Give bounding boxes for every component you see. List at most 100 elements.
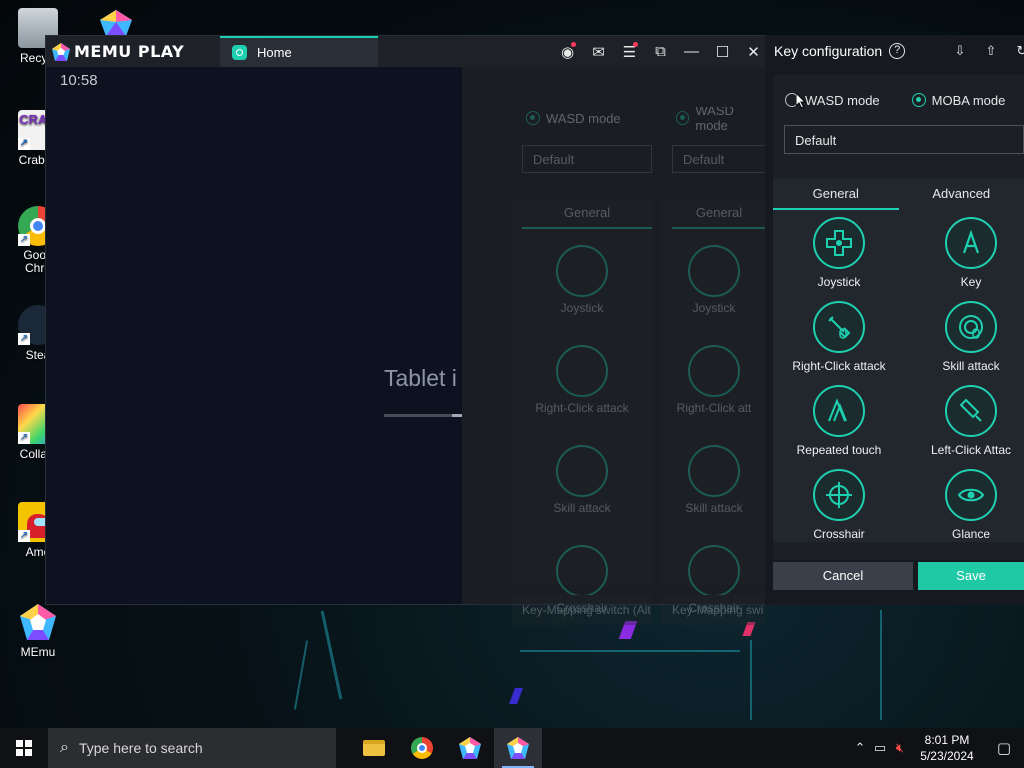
radio-circle — [526, 111, 540, 125]
ghost-item: Skill attack — [512, 445, 652, 529]
chrome-center — [30, 218, 46, 234]
key-config-card: General Advanced Joystick Key Right-Clic… — [773, 179, 1024, 542]
tab-general[interactable]: General — [773, 179, 899, 210]
shortcut-arrow-icon: ↗ — [18, 333, 30, 345]
windows-icon — [16, 740, 32, 756]
ghost-item-label: Skill attack — [685, 501, 743, 515]
key-configuration-panel: Key configuration ? ⇩ ⇧ ↻ WASD mode MOBA… — [765, 35, 1024, 605]
ghost-key-mapping-switch: Key-Mapping swi — [662, 595, 766, 625]
taskbar-file-explorer[interactable] — [350, 728, 398, 768]
loading-text: Tablet i — [384, 365, 457, 391]
ghost-mode-label: WASD mode — [546, 110, 621, 126]
ghost-scheme-select: Default — [672, 145, 766, 173]
key-item-label: Glance — [951, 527, 991, 541]
ghost-item-label: Joystick — [560, 301, 604, 315]
mail-icon: ✉ — [592, 43, 605, 61]
ghost-tab-general: General — [522, 199, 652, 229]
tab-home-label: Home — [257, 45, 292, 60]
taskbar-search[interactable]: ⌕ Type here to search — [48, 728, 336, 768]
system-tray: ⌃ ▭ 🔇︎ 8:01 PM 5/23/2024 ▢ — [850, 728, 1024, 768]
memu-title-controls: ◉ ✉ ☰ ⧉ — ☐ ✕ — [552, 36, 769, 67]
key-config-buttons: Cancel Save — [773, 562, 1024, 590]
key-item-left-click-attack[interactable]: Left-Click Attac — [905, 378, 1024, 462]
android-screen[interactable]: 10:58 Tablet i — [46, 67, 464, 604]
joystick-icon — [688, 245, 740, 297]
memu-icon — [18, 602, 58, 642]
key-item-key[interactable]: Key — [905, 210, 1024, 294]
ghost-item: Joystick — [512, 245, 652, 329]
ghost-card: General Joystick Right-Click attack Skil… — [512, 199, 652, 615]
close-icon: ✕ — [747, 43, 760, 61]
key-item-right-click-attack[interactable]: Right-Click attack — [773, 294, 905, 378]
volume-muted-icon[interactable]: 🔇︎ — [890, 740, 910, 756]
key-items-grid: Joystick Key Right-Click attack Skill at… — [773, 210, 1024, 542]
right-click-attack-icon — [556, 345, 608, 397]
memu-desktop-gem-icon[interactable] — [94, 8, 138, 36]
memu-logo: MEMU PLAY — [46, 36, 220, 67]
start-button[interactable] — [0, 728, 48, 768]
account-button[interactable]: ◉ — [552, 36, 583, 67]
shortcut-arrow-icon: ↗ — [18, 138, 30, 150]
key-config-tabs: General Advanced — [773, 179, 1024, 210]
ghost-item-label: Right-Click att — [676, 401, 752, 415]
ghost-item-label: Right-Click attack — [535, 401, 629, 415]
right-click-attack-icon — [813, 301, 865, 353]
screen-icon: ⧉ — [655, 43, 666, 60]
scheme-select[interactable]: Default — [784, 125, 1024, 154]
key-item-crosshair[interactable]: Crosshair — [773, 462, 905, 542]
maximize-button[interactable]: ☐ — [707, 36, 738, 67]
taskbar-memu[interactable] — [494, 728, 542, 768]
cancel-button[interactable]: Cancel — [773, 562, 913, 590]
skill-attack-icon — [688, 445, 740, 497]
memu-logo-text: MEMU PLAY — [74, 42, 185, 61]
import-icon[interactable]: ⇩ — [952, 43, 968, 59]
minimize-button[interactable]: — — [676, 36, 707, 67]
export-icon[interactable]: ⇧ — [983, 43, 999, 59]
menu-button[interactable]: ☰ — [614, 36, 645, 67]
notification-center-icon[interactable]: ▢ — [984, 739, 1024, 757]
taskbar-memu-multi[interactable] — [446, 728, 494, 768]
tab-home[interactable]: Home — [220, 36, 378, 67]
key-item-skill-attack[interactable]: Skill attack — [905, 294, 1024, 378]
key-item-label: Right-Click attack — [792, 359, 886, 373]
ghost-wasd-radio: WASD mode — [512, 107, 652, 129]
moba-mode-radio[interactable]: MOBA mode — [911, 93, 1005, 108]
save-button[interactable]: Save — [918, 562, 1024, 590]
joystick-icon — [813, 217, 865, 269]
ghost-item: Right-Click att — [662, 345, 766, 429]
search-placeholder: Type here to search — [78, 740, 203, 756]
key-item-label: Joystick — [817, 275, 861, 289]
refresh-icon[interactable]: ↻ — [1014, 43, 1024, 59]
search-icon: ⌕ — [60, 739, 69, 756]
chrome-center — [417, 743, 427, 753]
tab-advanced[interactable]: Advanced — [899, 179, 1024, 210]
taskbar-clock[interactable]: 8:01 PM 5/23/2024 — [910, 732, 984, 764]
home-tab-icon — [232, 45, 247, 60]
network-icon[interactable]: ▭ — [870, 740, 890, 756]
mail-button[interactable]: ✉ — [583, 36, 614, 67]
crosshair-icon — [556, 545, 608, 597]
key-item-glance[interactable]: Glance — [905, 462, 1024, 542]
radio-circle — [911, 93, 926, 107]
chevron-up-icon[interactable]: ⌃ — [850, 740, 870, 756]
memu-logo-icon — [52, 42, 70, 61]
key-item-joystick[interactable]: Joystick — [773, 210, 905, 294]
joystick-icon — [556, 245, 608, 297]
eye-icon — [945, 469, 997, 521]
ghost-item: Right-Click attack — [512, 345, 652, 429]
taskbar-chrome[interactable] — [398, 728, 446, 768]
taskbar: ⌕ Type here to search ⌃ ▭ 🔇︎ 8:01 PM 5/2… — [0, 728, 1024, 768]
screen-button[interactable]: ⧉ — [645, 36, 676, 67]
minimize-icon: — — [684, 43, 699, 60]
mouse-cursor — [795, 91, 807, 109]
help-icon[interactable]: ? — [889, 43, 906, 59]
ghost-item-label: Skill attack — [553, 501, 611, 515]
desktop-icon-memu[interactable]: MEmu — [0, 602, 76, 659]
key-item-repeated-touch[interactable]: Repeated touch — [773, 378, 905, 462]
ghost-scheme-select: Default — [522, 145, 652, 173]
taskbar-time: 8:01 PM — [924, 733, 970, 747]
wallpaper-shard — [509, 688, 523, 704]
ghost-key-mapping-switch: Key-Mapping switch (Alt — [512, 595, 652, 625]
key-item-label: Crosshair — [813, 527, 865, 541]
ghost-key-config-panel: WASD mode Default General Joystick Right… — [512, 107, 652, 625]
